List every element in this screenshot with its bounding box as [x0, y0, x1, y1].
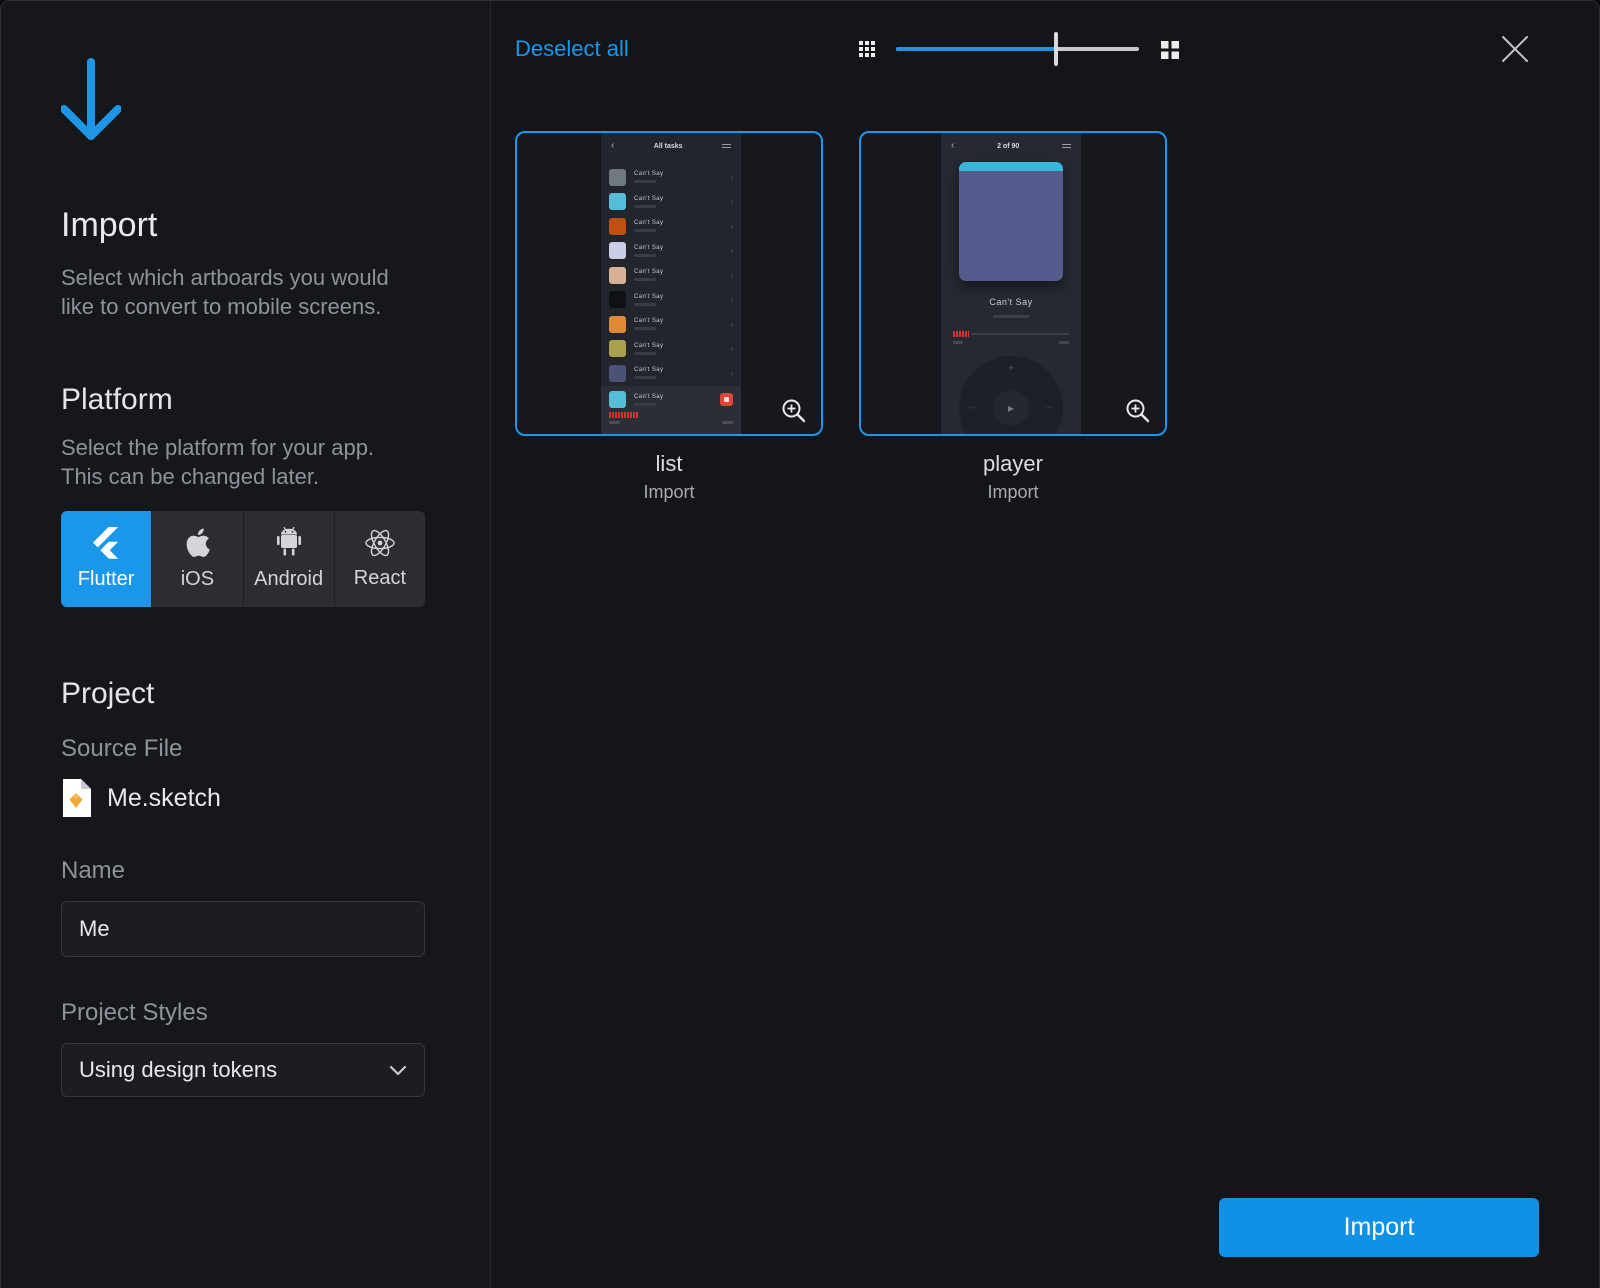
artboard-list-column: ‹ All tasks Can't Say › Can't Say › Can't Sa… [515, 131, 823, 503]
sidebar: Import Select which artboards you would … [1, 1, 491, 1288]
list-item: Can't Say › [609, 239, 733, 264]
preview-times [609, 421, 733, 424]
import-description: Select which artboards you would like to… [61, 265, 389, 319]
chevron-down-icon [389, 1065, 407, 1075]
list-item: Can't Say › [609, 288, 733, 313]
import-title: Import [61, 206, 158, 244]
platform-option-label: iOS [180, 568, 215, 590]
list-item: Can't Say › [609, 361, 733, 386]
platform-option-react[interactable]: React [333, 511, 425, 607]
list-item: Can't Say › [609, 263, 733, 288]
platform-selector: Flutter iOS Android React [61, 511, 425, 607]
platform-option-flutter[interactable]: Flutter [61, 511, 152, 607]
preview-track-list: Can't Say › Can't Say › Can't Say › Can't Say ›… [601, 159, 741, 386]
platform-option-label: React [353, 567, 406, 589]
platform-option-label: Flutter [77, 568, 135, 590]
project-title: Project [61, 677, 155, 710]
artboard-preview-list: ‹ All tasks Can't Say › Can't Say › Can't Sa… [601, 133, 741, 434]
artboard-preview-player: ‹ 2 of 90 Can't Say + ‹‹‹ ››› ▶ [941, 133, 1081, 434]
platform-option-android[interactable]: Android [242, 511, 334, 607]
preview-mini-player: Can't Say [601, 386, 741, 434]
preview-times [953, 341, 1069, 344]
flutter-icon [93, 527, 119, 559]
thumbnail-zoom-control [859, 31, 1179, 67]
zoom-slider-fill [896, 47, 1057, 51]
artboard-card-list[interactable]: ‹ All tasks Can't Say › Can't Say › Can't Sa… [515, 131, 823, 436]
large-thumbnails-icon[interactable] [1161, 41, 1179, 59]
hamburger-menu-icon [1062, 142, 1071, 150]
back-chevron-icon: ‹ [951, 140, 955, 151]
artboard-player-column: ‹ 2 of 90 Can't Say + ‹‹‹ ››› ▶ player I… [859, 131, 1167, 503]
list-item: Can't Say › [609, 214, 733, 239]
android-icon [276, 527, 301, 556]
preview-header-title: All tasks [653, 142, 683, 150]
source-file-label: Source File [61, 735, 183, 762]
sketch-file-icon [63, 779, 91, 817]
list-item: Can't Say › [609, 312, 733, 337]
artboard-action: Import [643, 482, 695, 502]
platform-option-ios[interactable]: iOS [151, 511, 242, 607]
hamburger-menu-icon [721, 142, 731, 150]
small-thumbnails-icon[interactable] [859, 41, 877, 59]
preview-album-art [959, 162, 1063, 281]
zoom-slider-thumb[interactable] [1054, 32, 1059, 66]
preview-waveform [609, 412, 639, 418]
list-item: Can't Say › [609, 337, 733, 362]
platform-option-label: Android [254, 568, 324, 590]
preview-track-thumb [609, 391, 626, 408]
name-label: Name [61, 857, 126, 884]
apple-icon [187, 528, 211, 557]
list-item: Can't Say › [609, 190, 733, 215]
download-arrow-icon [61, 58, 121, 140]
back-chevron-icon: ‹ [611, 140, 615, 151]
list-item: Can't Say › [609, 165, 733, 190]
preview-waveform [953, 331, 1069, 337]
platform-title: Platform [61, 383, 173, 416]
artboard-card-player[interactable]: ‹ 2 of 90 Can't Say + ‹‹‹ ››› ▶ [859, 131, 1167, 436]
preview-track-title: Can't Say [989, 297, 1033, 307]
source-file-name: Me.sketch [107, 783, 221, 812]
artboard-panel: Deselect all ‹ All tasks Can't Say › Can… [491, 1, 1599, 1288]
artboard-name: player [983, 451, 1043, 476]
deselect-all-link[interactable]: Deselect all [515, 36, 629, 62]
artboard-name: list [655, 451, 683, 476]
close-icon[interactable] [1499, 33, 1531, 65]
preview-header-title: 2 of 90 [997, 142, 1020, 150]
project-styles-select[interactable]: Using design tokens [61, 1043, 425, 1097]
import-button[interactable]: Import [1219, 1198, 1539, 1257]
zoom-in-preview-icon[interactable] [1125, 398, 1151, 424]
import-dialog: Import Select which artboards you would … [0, 0, 1600, 1288]
preview-click-wheel: + — ‹‹‹ ››› ▶ [959, 356, 1063, 434]
project-styles-label: Project Styles [61, 999, 208, 1026]
platform-description: Select the platform for your app. This c… [61, 435, 375, 489]
project-name-input[interactable] [61, 901, 425, 957]
react-icon [365, 529, 395, 557]
zoom-slider[interactable] [896, 32, 1139, 66]
artboard-action: Import [987, 482, 1039, 502]
preview-track-subtitle [634, 402, 656, 406]
source-file-row: Me.sketch [61, 779, 430, 817]
preview-play-button: ▶ [993, 390, 1029, 426]
preview-stop-button [720, 393, 733, 406]
zoom-in-preview-icon[interactable] [781, 398, 807, 424]
preview-track-subtitle [993, 315, 1029, 318]
project-styles-value: Using design tokens [79, 1057, 278, 1082]
preview-track-title: Can't Say [634, 393, 664, 400]
artboard-grid: ‹ All tasks Can't Say › Can't Say › Can't Sa… [515, 131, 1167, 503]
